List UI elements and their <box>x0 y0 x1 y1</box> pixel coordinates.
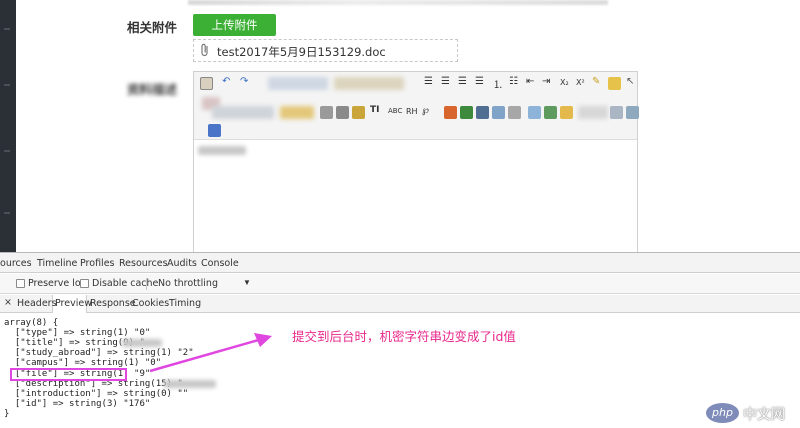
tab-headers[interactable]: Headers <box>17 298 57 309</box>
tab-preview[interactable]: Preview <box>55 298 92 309</box>
redacted-value <box>164 380 216 388</box>
select-all-icon[interactable]: ↖ <box>626 76 634 87</box>
unlink-icon[interactable] <box>492 106 505 119</box>
tab-audits[interactable]: Audits <box>167 258 197 269</box>
indent-icon[interactable]: ⇥ <box>542 76 550 87</box>
sidebar-line <box>4 84 10 86</box>
disable-cache-checkbox[interactable] <box>80 279 89 288</box>
tab-timing[interactable]: Timing <box>169 298 201 309</box>
superscript-icon[interactable]: X² <box>576 78 585 87</box>
code-line: array(8) { <box>4 318 59 328</box>
unordered-list-icon[interactable]: ☷ <box>509 76 518 87</box>
code-line: ["campus"] => string(1) "0" <box>4 358 162 368</box>
align-right-icon[interactable]: ☰ <box>458 76 467 87</box>
throttling-select[interactable]: No throttling <box>158 278 218 289</box>
upload-attachment-button[interactable]: 上传附件 <box>193 14 276 36</box>
editor-content-area[interactable] <box>194 140 637 257</box>
image-icon[interactable] <box>352 106 365 119</box>
align-left-icon[interactable]: ☰ <box>424 76 433 87</box>
php-logo: php <box>706 403 739 423</box>
devtools-main-tabs: Sources Timeline Profiles Resources Audi… <box>0 253 800 273</box>
code-line: ["type"] => string(1) "0" <box>4 328 151 338</box>
special-char-icon[interactable]: RH <box>406 107 418 116</box>
toolbar-blurred-group <box>578 106 608 119</box>
toolbar-row-2: TI ABC RH ℘ <box>200 105 639 124</box>
attached-file-name[interactable]: test2017年5月9日153129.doc <box>217 44 386 60</box>
annotation-text: 提交到后台时，机密字符串边变成了id值 <box>292 329 516 344</box>
code-line: ["introduction"] => string(0) "" <box>4 389 189 399</box>
tools-icon[interactable] <box>626 106 639 119</box>
editor-toolbar: ↶ ↷ ☰ ☰ ☰ ☰ ⒈ ☷ ⇤ ⇥ X₂ X² ✎ ↖ TI ABC RH … <box>194 72 639 140</box>
undo-icon[interactable]: ↶ <box>222 76 230 87</box>
download-icon[interactable] <box>544 106 557 119</box>
redacted-value <box>122 339 162 347</box>
request-detail-tabs: × Headers Preview Response Cookies Timin… <box>0 295 800 313</box>
preserve-log-label: Preserve log <box>28 278 87 289</box>
align-center-icon[interactable]: ☰ <box>441 76 450 87</box>
tab-resources[interactable]: Resources <box>119 258 168 269</box>
watermark-text: 中文网 <box>743 407 785 423</box>
preserve-log-checkbox[interactable] <box>16 279 25 288</box>
link-icon[interactable] <box>476 106 489 119</box>
insert-icon[interactable] <box>460 106 473 119</box>
media-icon[interactable] <box>528 106 541 119</box>
clear-format-icon[interactable]: ✎ <box>592 76 600 87</box>
network-filter-bar: Preserve log Disable cache No throttling… <box>0 274 800 294</box>
help-icon[interactable] <box>208 124 221 137</box>
subscript-icon[interactable]: X₂ <box>560 78 569 87</box>
dark-sidebar <box>0 0 16 252</box>
sidebar-line <box>4 212 10 214</box>
tab-profiles[interactable]: Profiles <box>80 258 115 269</box>
chevron-down-icon[interactable]: ▼ <box>243 278 251 287</box>
insert-icon[interactable] <box>444 106 457 119</box>
close-icon[interactable]: × <box>4 297 12 308</box>
template-icon[interactable]: ℘ <box>422 105 429 116</box>
tab-console[interactable]: Console <box>201 258 239 269</box>
code-line: } <box>4 409 10 419</box>
attachment-label: 相关附件 <box>127 20 178 35</box>
ordered-list-icon[interactable]: ⒈ <box>493 76 503 91</box>
spellcheck-icon[interactable]: ABC <box>388 107 402 115</box>
table-icon[interactable] <box>320 106 333 119</box>
divider <box>146 278 147 290</box>
redacted-text <box>198 146 246 155</box>
hr-icon[interactable] <box>336 106 349 119</box>
rich-text-editor[interactable]: ↶ ↷ ☰ ☰ ☰ ☰ ⒈ ☷ ⇤ ⇥ X₂ X² ✎ ↖ TI ABC RH … <box>193 71 639 257</box>
devtools-panel: Sources Timeline Profiles Resources Audi… <box>0 252 800 428</box>
code-line: ["study_abroad"] => string(1) "2" <box>4 348 194 358</box>
sidebar-line <box>4 28 10 30</box>
tab-sources[interactable]: Sources <box>0 258 32 269</box>
outdent-icon[interactable]: ⇤ <box>526 76 534 87</box>
paperclip-icon <box>201 43 208 57</box>
redo-icon[interactable]: ↷ <box>240 76 248 87</box>
attachment-icon[interactable] <box>610 106 623 119</box>
anchor-icon[interactable] <box>508 106 521 119</box>
map-icon[interactable] <box>560 106 573 119</box>
justify-icon[interactable]: ☰ <box>475 76 484 87</box>
text-icon[interactable]: TI <box>370 105 380 115</box>
watermark: php 中文网 <box>706 401 796 425</box>
toolbar-blurred-group <box>280 106 314 119</box>
code-line: ["id"] => string(3) "176" <box>4 399 151 409</box>
toolbar-blurred-group <box>212 106 274 119</box>
tab-response[interactable]: Response <box>90 298 136 309</box>
disable-cache-label: Disable cache <box>92 278 159 289</box>
attached-file-item[interactable]: test2017年5月9日153129.doc <box>193 39 458 62</box>
highlight-box <box>10 368 127 381</box>
toolbar-blurred-group <box>268 77 328 90</box>
sidebar-line <box>4 150 10 152</box>
toolbar-blurred-group <box>334 77 404 90</box>
cropped-text-top <box>188 0 608 5</box>
description-label: 资料描述 <box>127 82 178 97</box>
tab-timeline[interactable]: Timeline <box>37 258 77 269</box>
source-icon[interactable] <box>200 77 213 90</box>
toolbar-row-1: ↶ ↷ ☰ ☰ ☰ ☰ ⒈ ☷ ⇤ ⇥ X₂ X² ✎ ↖ <box>200 76 634 110</box>
format-painter-icon[interactable] <box>608 77 621 90</box>
tab-cookies[interactable]: Cookies <box>132 298 169 309</box>
